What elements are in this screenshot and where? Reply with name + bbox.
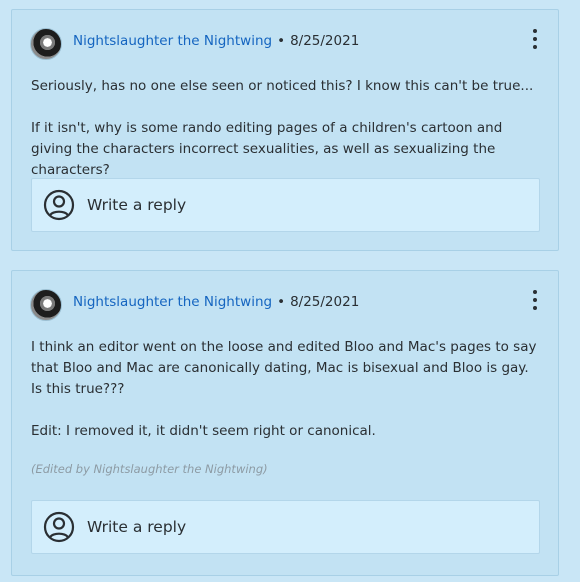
post-body: I think an editor went on the loose and …	[31, 337, 538, 442]
more-options-icon[interactable]	[532, 29, 538, 49]
post-paragraph: Seriously, has no one else seen or notic…	[31, 78, 534, 94]
author-link[interactable]: Nightslaughter the Nightwing	[73, 294, 272, 310]
author-link[interactable]: Nightslaughter the Nightwing	[73, 33, 272, 49]
user-circle-icon	[43, 511, 75, 543]
edited-note: (Edited by Nightslaughter the Nightwing)	[31, 462, 268, 476]
comment-card: Nightslaughter the Nightwing • 8/25/2021 S…	[11, 9, 559, 251]
post-body: Seriously, has no one else seen or notic…	[31, 76, 538, 181]
post-date: 8/25/2021	[290, 33, 360, 49]
meta-separator: •	[277, 294, 286, 310]
reply-input[interactable]: Write a reply	[31, 500, 540, 554]
post-date: 8/25/2021	[290, 294, 360, 310]
author-avatar[interactable]	[30, 289, 62, 321]
reply-input[interactable]: Write a reply	[31, 178, 540, 232]
reply-placeholder: Write a reply	[87, 196, 187, 214]
post-meta: Nightslaughter the Nightwing • 8/25/2021	[73, 293, 359, 311]
author-avatar[interactable]	[30, 28, 62, 60]
meta-separator: •	[277, 33, 286, 49]
post-paragraph: Edit: I removed it, it didn't seem right…	[31, 423, 376, 439]
user-circle-icon	[43, 189, 75, 221]
post-paragraph: If it isn't, why is some rando editing p…	[31, 120, 503, 178]
post-meta: Nightslaughter the Nightwing • 8/25/2021	[73, 32, 359, 50]
post-paragraph: I think an editor went on the loose and …	[31, 339, 537, 397]
more-options-icon[interactable]	[532, 290, 538, 310]
comment-card: Nightslaughter the Nightwing • 8/25/2021 I…	[11, 270, 559, 576]
reply-placeholder: Write a reply	[87, 518, 187, 536]
